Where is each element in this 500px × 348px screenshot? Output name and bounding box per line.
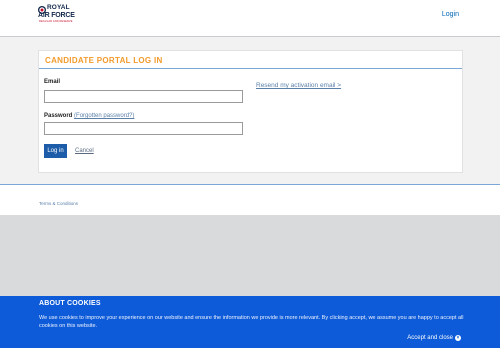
site-header: ROYAL AIR FORCE REGULAR AND RESERVE Logi… bbox=[0, 0, 500, 37]
cookie-title: ABOUT COOKIES bbox=[39, 300, 101, 307]
password-label-row: Password (Forgotten password?) bbox=[44, 113, 134, 119]
logo-line-subtitle: REGULAR AND RESERVE bbox=[39, 20, 73, 23]
login-button[interactable]: Log in bbox=[44, 144, 67, 158]
site-footer: Terms & Conditions bbox=[0, 184, 500, 215]
panel-divider bbox=[39, 68, 462, 69]
header-login-link[interactable]: Login bbox=[442, 11, 459, 18]
password-field[interactable] bbox=[44, 122, 243, 135]
accept-label: Accept and close bbox=[407, 335, 453, 341]
resend-activation-link[interactable]: Resend my activation email > bbox=[256, 82, 341, 89]
accept-cookies-button[interactable]: Accept and close × bbox=[407, 335, 461, 341]
cancel-link[interactable]: Cancel bbox=[75, 148, 94, 154]
logo-line-royal: ROYAL bbox=[47, 4, 70, 11]
login-panel: CANDIDATE PORTAL LOG IN Email Password (… bbox=[38, 50, 463, 173]
raf-logo[interactable]: ROYAL AIR FORCE REGULAR AND RESERVE bbox=[38, 4, 78, 26]
email-field[interactable] bbox=[44, 90, 243, 103]
password-label: Password bbox=[44, 113, 73, 119]
terms-link[interactable]: Terms & Conditions bbox=[39, 201, 78, 206]
email-label: Email bbox=[44, 79, 61, 85]
forgotten-password-link[interactable]: (Forgotten password?) bbox=[74, 113, 134, 119]
cookie-text: We use cookies to improve your experienc… bbox=[39, 315, 464, 329]
logo-line-air-force: AIR FORCE bbox=[38, 12, 75, 19]
cookie-banner: ABOUT COOKIES We use cookies to improve … bbox=[0, 296, 500, 348]
close-icon: × bbox=[455, 335, 461, 341]
panel-title: CANDIDATE PORTAL LOG IN bbox=[45, 56, 163, 65]
